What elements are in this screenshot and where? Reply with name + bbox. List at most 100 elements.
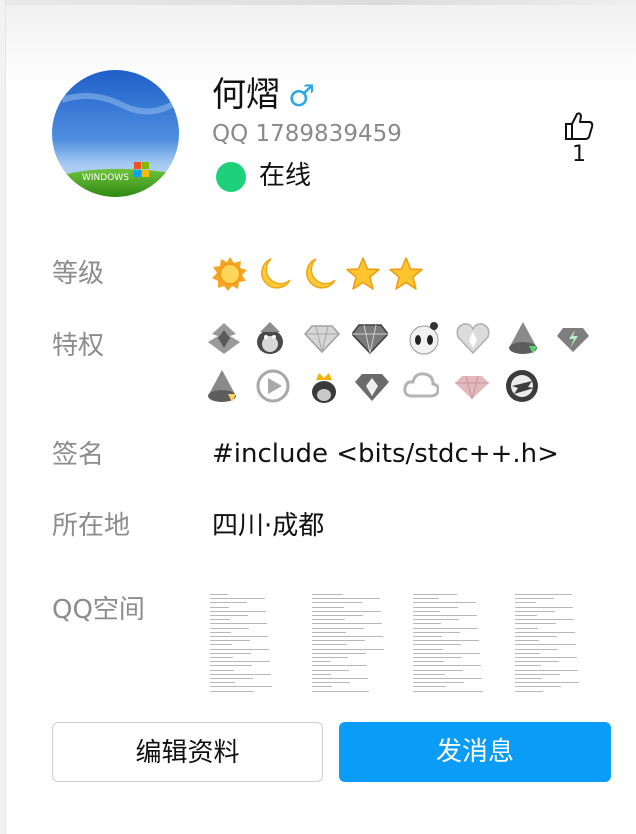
pink-diamond-icon [455, 375, 489, 400]
moon-icon [306, 258, 336, 289]
thumbnail-text-line [413, 619, 459, 621]
thumbnail-text-line [210, 648, 269, 650]
thumbnail-text-line [312, 636, 383, 637]
thumbnail-text-line [312, 665, 367, 667]
red-diamond-icon [352, 324, 388, 355]
avatar[interactable]: WINDOWS [52, 70, 179, 197]
thumbnail-text-line [210, 640, 250, 642]
thumbnail-text-line [312, 657, 348, 658]
thumbnail-text-line [210, 627, 249, 629]
thumbnail-text-line [515, 661, 559, 663]
thumbnail-text-line [210, 669, 234, 671]
level-label: 等级 [52, 259, 105, 289]
thumbnail-text-line [210, 610, 266, 612]
qzone-label: QQ空间 [52, 595, 145, 625]
thumbnail-text-line [312, 678, 368, 679]
thumbs-up-icon[interactable] [562, 111, 596, 141]
like-count: 1 [572, 142, 586, 167]
thumbnail-text-line [210, 665, 252, 667]
thumbnail-text-line [515, 665, 541, 667]
thumbnail-text-line [515, 627, 538, 629]
thumbnail-text-line [413, 631, 460, 633]
thumbnail-text-line [515, 690, 543, 692]
location-label: 所在地 [52, 511, 131, 541]
title-bar[interactable] [6, 0, 636, 5]
thumbnail-text-line [515, 631, 575, 633]
thumbnail-text-line [515, 686, 561, 688]
thumbnail-text-line [413, 665, 481, 667]
heart-gem-icon [456, 323, 490, 355]
thumbnail-text-line [515, 678, 542, 679]
thumbnail-text-line [312, 594, 343, 595]
signature-value: #include <bits/stdc++.h> [212, 439, 559, 469]
video-play-icon [256, 369, 290, 403]
nickname: 何熠 [212, 75, 280, 115]
thumbnail-text-line [210, 690, 254, 692]
penguin-vip-icon [257, 322, 283, 354]
thumbnail-text-line [312, 673, 331, 675]
thumbnail-text-line [413, 682, 464, 684]
thumbnail-text-line [515, 644, 576, 646]
moon-icon [261, 258, 291, 289]
thumbnail-text-line [515, 598, 554, 600]
thumbnail-text-line [312, 686, 332, 688]
thumbnail-text-line [515, 606, 573, 608]
thumbnail-text-line [413, 690, 483, 692]
penguin-yellow-icon [208, 370, 236, 402]
signature-label: 签名 [52, 440, 105, 470]
svip-icon [208, 323, 240, 354]
thumbnail-text-line [413, 644, 461, 646]
qq-number: QQ 1789839459 [212, 121, 402, 147]
qzone-photo[interactable] [308, 590, 404, 696]
thumbnail-text-line [210, 661, 270, 663]
thumbnail-text-line [515, 648, 558, 650]
edit-profile-button[interactable]: 编辑资料 [52, 722, 323, 782]
thumbnail-text-line [210, 602, 247, 604]
thumbnail-text-line [413, 657, 462, 658]
green-diamond-icon [557, 328, 589, 352]
thumbnail-text-line [210, 636, 268, 637]
thumbnail-text-line [210, 673, 271, 675]
thumbnail-text-line [312, 627, 364, 629]
thumbnail-text-line [210, 615, 248, 616]
cf-icon [506, 370, 538, 402]
sun-icon [212, 257, 247, 291]
thumbnail-text-line [312, 623, 382, 625]
thumbnail-text-line [312, 648, 384, 650]
thumbnail-text-line [515, 623, 556, 625]
qzone-photo[interactable] [206, 590, 302, 696]
thumbnail-text-line [413, 686, 446, 688]
star-icon [389, 257, 423, 290]
thumbnail-text-line [515, 640, 539, 642]
thumbnail-text-line [413, 648, 443, 650]
thumbnail-text-line [515, 615, 537, 616]
thumbnail-text-line [413, 636, 442, 637]
thumbnail-text-line [312, 606, 344, 608]
panda-icon [409, 322, 439, 355]
thumbnail-text-line [413, 602, 476, 604]
thumbnail-text-line [515, 657, 577, 658]
thumbnail-text-line [515, 669, 578, 671]
thumbnail-text-line [312, 610, 381, 612]
qzone-photo[interactable] [511, 590, 607, 696]
thumbnail-text-line [413, 673, 445, 675]
thumbnail-text-line [312, 619, 345, 621]
thumbnail-text-line [210, 619, 230, 621]
diamond-icon [304, 325, 340, 354]
thumbnail-text-line [515, 682, 579, 684]
thumbnail-text-line [312, 631, 346, 633]
crown-penguin-icon [312, 373, 336, 403]
thumbnail-text-line [515, 636, 557, 637]
thumbnail-text-line [210, 652, 251, 654]
thumbnail-text-line [312, 682, 350, 684]
penguin-green-icon [509, 322, 537, 354]
thumbnail-text-line [312, 644, 347, 646]
thumbnail-text-line [312, 640, 365, 642]
qzone-photo[interactable] [409, 590, 505, 696]
thumbnail-text-line [312, 669, 349, 671]
thumbnail-text-line [413, 661, 444, 663]
thumbnail-text-line [210, 682, 235, 684]
privilege-label: 特权 [52, 331, 105, 361]
location-value: 四川·成都 [212, 511, 325, 541]
send-message-button[interactable]: 发消息 [339, 722, 611, 782]
